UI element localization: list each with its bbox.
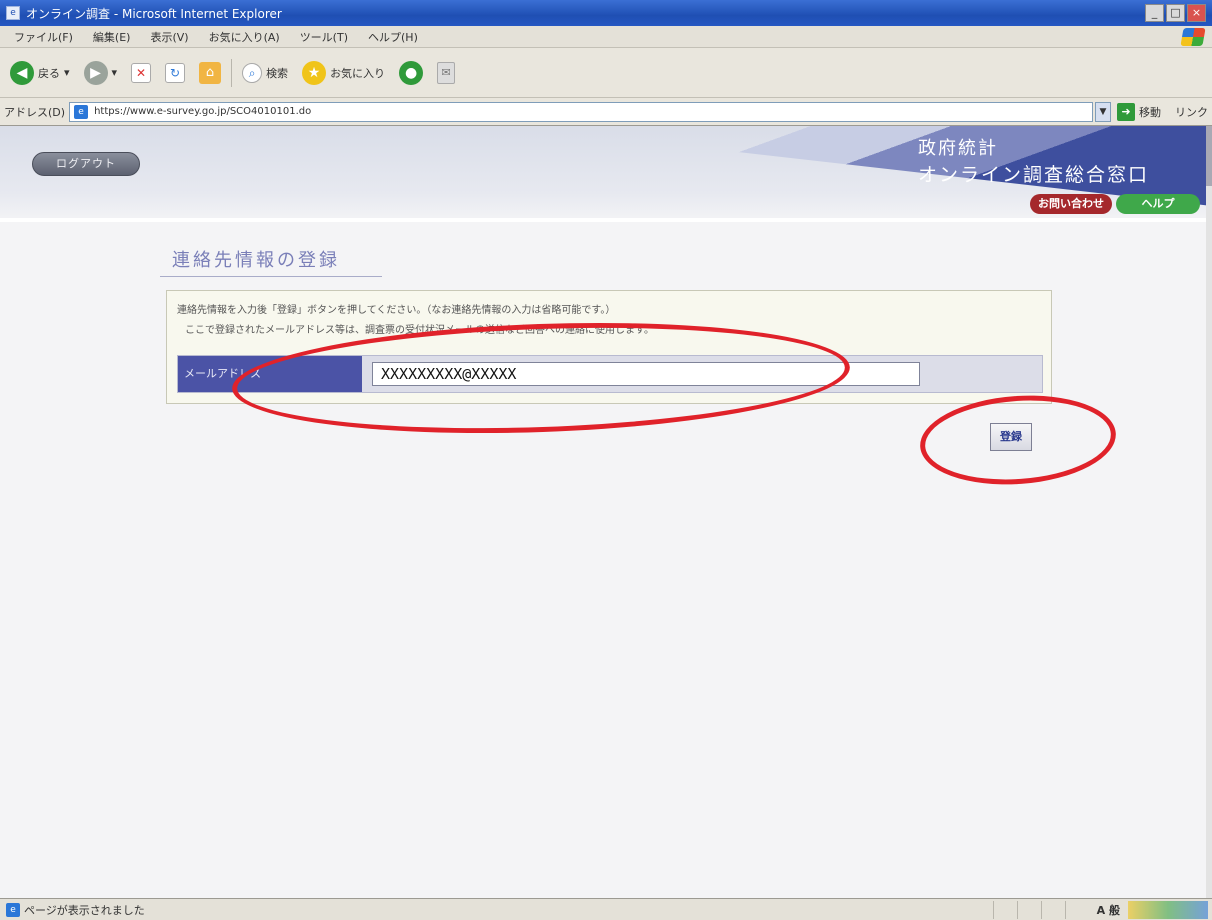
maximize-button[interactable]: □ [1166,4,1185,22]
search-icon: ⌕ [242,62,263,83]
home-icon: ⌂ [199,61,222,84]
title-underline [160,276,382,277]
menu-favorites[interactable]: お気に入り(A) [199,29,290,45]
back-button[interactable]: ◀ 戻る ▾ [6,59,74,87]
menu-bar: ファイル(F) 編集(E) 表示(V) お気に入り(A) ツール(T) ヘルプ(… [0,26,1212,48]
forward-arrow-icon: ▶ [83,60,108,85]
browser-toolbar: ◀ 戻る ▾ ▶ ▾ ✕ ↻ ⌂ ⌕ 検索 ★ お気に入り ● ✉ [0,48,1212,98]
vertical-scrollbar[interactable] [1206,126,1212,898]
search-button[interactable]: ⌕ 検索 [238,61,292,85]
stop-button[interactable]: ✕ [127,61,155,85]
contact-form: 連絡先情報を入力後「登録」ボタンを押してください。（なお連絡先情報の入力は省略可… [166,290,1052,404]
status-cell [1064,900,1089,919]
address-label: アドレス(D) [4,105,66,119]
home-button[interactable]: ⌂ [195,60,225,86]
favorites-label: お気に入り [330,66,386,80]
address-bar: アドレス(D) e https://www.e-survey.go.jp/SCO… [0,98,1212,126]
mail-button[interactable]: ✉ [433,60,459,86]
mail-icon: ✉ [437,61,456,84]
window-title: オンライン調査 - Microsoft Internet Explorer [26,6,282,21]
forward-button[interactable]: ▶ ▾ [80,59,122,87]
close-button[interactable]: × [1187,4,1206,22]
window-controls: _ □ × [1145,4,1206,22]
minimize-button[interactable]: _ [1145,4,1164,22]
status-text: ページが表示されました [24,903,145,917]
search-label: 検索 [266,66,289,80]
menu-edit[interactable]: 編集(E) [83,29,141,45]
menu-file[interactable]: ファイル(F) [4,29,83,45]
star-icon: ★ [302,60,327,85]
media-icon: ● [399,60,424,85]
address-dropdown-icon[interactable]: ▼ [1095,101,1111,122]
back-label: 戻る [38,66,60,80]
form-instructions: 連絡先情報を入力後「登録」ボタンを押してください。（なお連絡先情報の入力は省略可… [177,305,616,316]
stop-icon: ✕ [131,62,152,83]
windows-logo-icon [1180,27,1206,46]
email-label: メールアドレス [178,356,362,392]
ie-icon: e [6,6,20,20]
refresh-icon: ↻ [165,62,186,83]
register-button[interactable]: 登録 [990,423,1032,451]
header-divider [0,218,1212,222]
site-title-line1: 政府統計 [918,138,998,159]
status-bar: e ページが表示されました A 般 [0,898,1212,920]
system-tray-icons [1128,900,1208,919]
go-label: 移動 [1139,105,1161,119]
page-icon: e [74,104,89,119]
status-cell [1040,900,1065,919]
site-header: ログアウト 政府統計 オンライン調査総合窓口 お問い合わせ ヘルプ [0,126,1212,222]
address-url: https://www.e-survey.go.jp/SCO4010101.do [94,106,312,117]
status-cell [992,900,1017,919]
menu-help[interactable]: ヘルプ(H) [358,29,428,45]
window-titlebar: e オンライン調査 - Microsoft Internet Explorer … [0,0,1212,26]
menu-view[interactable]: 表示(V) [140,29,198,45]
page-viewport: ログアウト 政府統計 オンライン調査総合窓口 お問い合わせ ヘルプ 連絡先情報の… [0,126,1212,898]
email-field[interactable]: XXXXXXXXX@XXXXX [372,362,920,386]
back-arrow-icon: ◀ [10,60,34,85]
status-cell [1016,900,1041,919]
go-arrow-icon: ➜ [1117,102,1135,121]
links-button[interactable]: リンク [1175,104,1208,120]
address-input[interactable]: e https://www.e-survey.go.jp/SCO4010101.… [69,101,1093,122]
menu-tools[interactable]: ツール(T) [290,29,358,45]
logout-button[interactable]: ログアウト [32,152,140,176]
forward-dropdown-icon: ▾ [111,66,118,79]
favorites-button[interactable]: ★ お気に入り [298,59,389,87]
help-button[interactable]: ヘルプ [1116,194,1200,214]
status-page-icon: e [6,902,20,917]
refresh-button[interactable]: ↻ [161,61,189,85]
page-title: 連絡先情報の登録 [172,250,340,271]
ime-indicator[interactable]: A 般 [1089,902,1128,918]
back-dropdown-icon: ▾ [64,66,70,79]
site-title-line2: オンライン調査総合窓口 [918,164,1150,186]
form-usage-note: ここで登録されたメールアドレス等は、調査票の受付状況メールの送信など回答への連絡… [185,325,654,336]
email-row: メールアドレス XXXXXXXXX@XXXXX [177,355,1043,393]
go-button[interactable]: ➜ 移動 [1117,102,1161,121]
scrollbar-thumb[interactable] [1206,126,1212,186]
contact-button[interactable]: お問い合わせ [1030,194,1112,214]
toolbar-separator [231,58,233,87]
media-button[interactable]: ● [395,59,427,87]
